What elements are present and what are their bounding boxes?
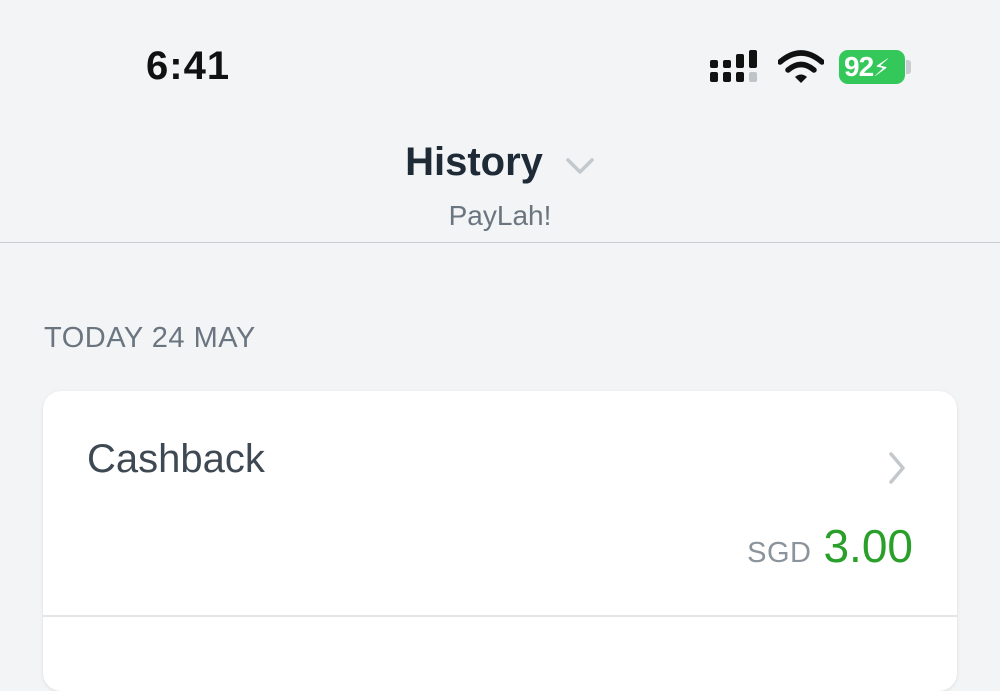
history-dropdown[interactable]: History: [0, 140, 1000, 185]
transaction-amount-row: SGD 3.00: [747, 519, 913, 573]
battery-icon: 92⚡: [839, 50, 905, 84]
section-date-label: TODAY 24 MAY: [44, 322, 256, 354]
transaction-title: Cashback: [87, 437, 265, 481]
transaction-row[interactable]: Cashback SGD 3.00: [43, 391, 957, 615]
transaction-currency: SGD: [747, 537, 812, 569]
status-time: 6:41: [146, 44, 231, 88]
card-divider: [43, 615, 957, 617]
battery-cap: [906, 60, 911, 74]
page-subtitle: PayLah!: [448, 200, 552, 231]
chevron-right-icon: [889, 452, 905, 484]
battery-level: 92: [844, 51, 874, 82]
transaction-card: Cashback SGD 3.00: [43, 391, 957, 691]
charging-bolt-icon: ⚡: [873, 55, 890, 82]
signal-icon: [710, 50, 757, 82]
status-bar: 6:41 92⚡: [0, 0, 1000, 120]
chevron-down-icon[interactable]: [565, 156, 595, 176]
transaction-amount: 3.00: [823, 520, 913, 572]
nav-header: History PayLah!: [0, 120, 1000, 243]
page-title: History: [405, 140, 543, 184]
wifi-icon: [778, 50, 824, 83]
